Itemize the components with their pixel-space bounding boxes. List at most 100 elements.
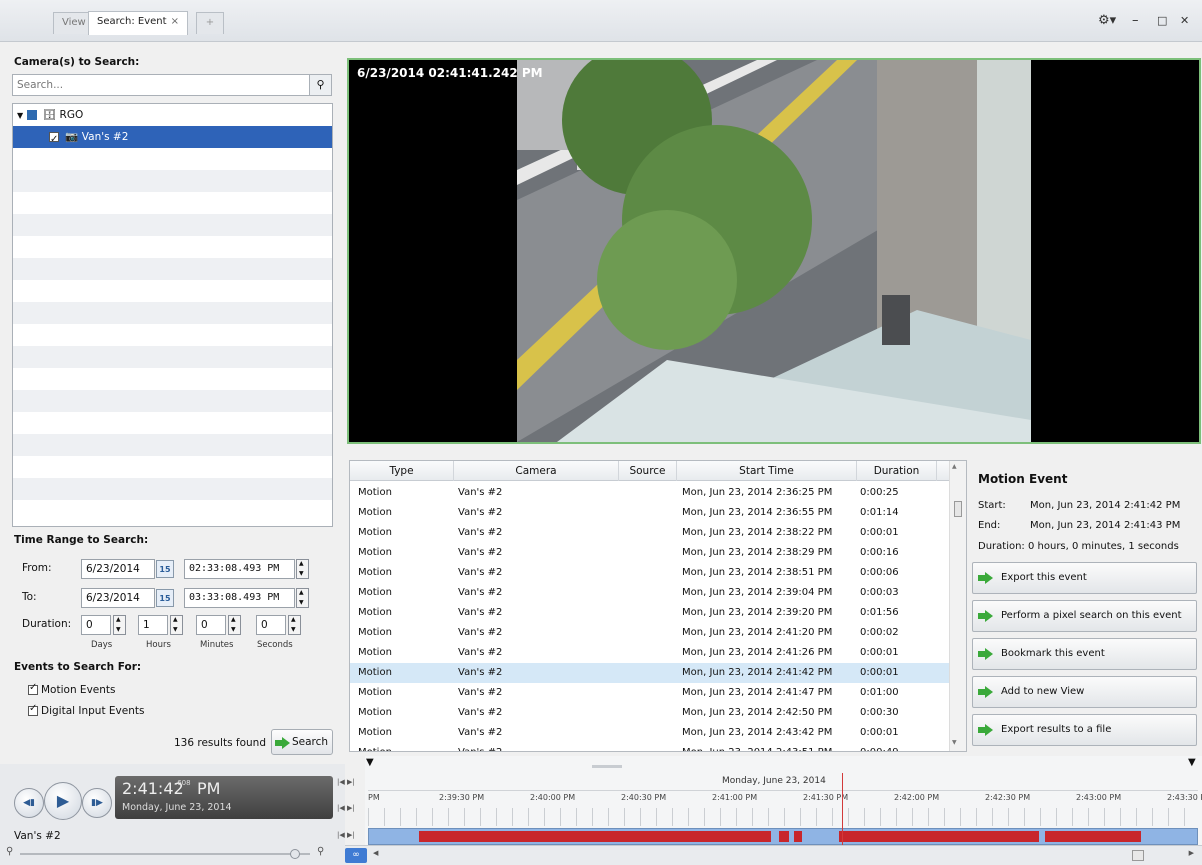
start-value: Mon, Jun 23, 2014 2:41:42 PM [1030, 500, 1181, 511]
table-row[interactable]: Motion Van's #2 Mon, Jun 23, 2014 2:41:20 … [350, 623, 950, 643]
from-time-stepper[interactable] [296, 559, 309, 579]
to-date-field[interactable]: 6/23/2014 [81, 588, 155, 608]
settings-gear-icon[interactable]: ⚙▾ [1098, 13, 1116, 28]
table-row[interactable]: Motion Van's #2 Mon, Jun 23, 2014 2:43:51 … [350, 743, 950, 751]
camera-checkbox[interactable] [49, 129, 59, 151]
calendar-icon[interactable]: 15 [156, 589, 174, 607]
step-forward-icon[interactable]: ▮▶ [82, 788, 112, 818]
link-icon[interactable]: ∞ [345, 848, 367, 863]
table-cell: Van's #2 [458, 743, 502, 751]
col-type[interactable]: Type [350, 461, 454, 481]
camera-icon: 📷 [65, 131, 79, 143]
search-button[interactable]: Search [271, 729, 333, 755]
from-label: From: [22, 562, 52, 574]
close-icon[interactable]: × [171, 16, 179, 27]
table-row[interactable]: Motion Van's #2 Mon, Jun 23, 2014 2:36:55 … [350, 503, 950, 523]
checkbox[interactable] [28, 682, 38, 695]
camera-search-input[interactable]: Search... ⚲ [12, 74, 332, 96]
hours-field[interactable]: 1 [138, 615, 168, 635]
table-cell: 0:00:01 [860, 527, 899, 538]
to-time-stepper[interactable] [296, 588, 309, 608]
table-row[interactable]: Motion Van's #2 Mon, Jun 23, 2014 2:41:42 … [350, 663, 950, 683]
table-row[interactable]: Motion Van's #2 Mon, Jun 23, 2014 2:43:42 … [350, 723, 950, 743]
site-checkbox[interactable] [26, 110, 37, 120]
minutes-label: Minutes [200, 640, 234, 650]
maximize-icon[interactable]: □ [1157, 14, 1167, 27]
bookmark-event-button[interactable]: Bookmark this event [972, 638, 1197, 670]
range-start-marker-icon[interactable]: ▼ [366, 757, 374, 768]
search-icon[interactable]: ⚲ [309, 75, 331, 95]
table-row[interactable]: Motion Van's #2 Mon, Jun 23, 2014 2:39:20 … [350, 603, 950, 623]
days-stepper[interactable] [113, 615, 126, 635]
zoom-out-icon[interactable]: ⚲ [6, 846, 13, 857]
checkbox[interactable] [28, 703, 38, 716]
digital-input-checkbox[interactable]: Digital Input Events [28, 703, 144, 717]
skip-nav-icon[interactable]: |◀ ▶| [337, 804, 355, 812]
zoom-slider-thumb[interactable] [290, 849, 300, 859]
hours-stepper[interactable] [170, 615, 183, 635]
skip-start-icon[interactable]: |◀ ▶| [337, 778, 355, 786]
table-row[interactable]: Motion Van's #2 Mon, Jun 23, 2014 2:38:29 … [350, 543, 950, 563]
close-window-icon[interactable]: ✕ [1180, 14, 1189, 27]
calendar-icon[interactable]: 15 [156, 560, 174, 578]
table-row[interactable]: Motion Van's #2 Mon, Jun 23, 2014 2:42:50 … [350, 703, 950, 723]
results-table[interactable]: Type Camera Source Start Time Duration M… [349, 460, 967, 752]
table-row[interactable]: Motion Van's #2 Mon, Jun 23, 2014 2:38:51 … [350, 563, 950, 583]
seconds-field[interactable]: 0 [256, 615, 286, 635]
table-cell: Motion [358, 607, 392, 618]
play-icon[interactable]: ▶ [44, 782, 82, 820]
table-row[interactable]: Motion Van's #2 Mon, Jun 23, 2014 2:41:26 … [350, 643, 950, 663]
tab-search-event[interactable]: Search: Event × [88, 11, 188, 35]
skip-track-icon[interactable]: |◀ ▶| [337, 831, 355, 839]
seconds-stepper[interactable] [288, 615, 301, 635]
to-time-field[interactable]: 03:33:08.493 PM [184, 588, 295, 608]
col-duration[interactable]: Duration [857, 461, 937, 481]
table-cell: 0:00:01 [860, 667, 899, 678]
zoom-slider[interactable] [20, 853, 310, 855]
export-event-button[interactable]: Export this event [972, 562, 1197, 594]
tree-item-vans-2[interactable]: 📷 Van's #2 [13, 126, 332, 151]
pixel-search-button[interactable]: Perform a pixel search on this event [972, 600, 1197, 632]
scroll-thumb[interactable] [954, 501, 962, 517]
minutes-stepper[interactable] [228, 615, 241, 635]
export-results-button[interactable]: Export results to a file [972, 714, 1197, 746]
motion-events-checkbox[interactable]: Motion Events [28, 682, 115, 696]
event-track[interactable] [368, 828, 1198, 845]
timeline-tick-label: 2:42:00 PM [894, 793, 940, 802]
add-tab-button[interactable]: + [196, 12, 224, 34]
minimize-icon[interactable]: – [1132, 13, 1139, 28]
table-cell: Van's #2 [458, 587, 503, 598]
col-source[interactable]: Source [619, 461, 677, 481]
table-row[interactable]: Motion Van's #2 Mon, Jun 23, 2014 2:38:22 … [350, 523, 950, 543]
table-cell: Van's #2 [458, 507, 503, 518]
splitter-handle[interactable] [592, 765, 622, 768]
table-cell: Mon, Jun 23, 2014 2:43:42 PM [682, 727, 833, 738]
results-count: 136 results found [174, 737, 266, 749]
camera-tree[interactable]: ▼ 🗄 RGO 📷 Van's #2 [12, 103, 333, 527]
from-time-field[interactable]: 02:33:08.493 PM [184, 559, 295, 579]
tree-item-rgo[interactable]: ▼ 🗄 RGO [13, 104, 332, 126]
timeline-tick-label: PM [368, 793, 380, 802]
col-camera[interactable]: Camera [454, 461, 619, 481]
add-to-new-view-button[interactable]: Add to new View [972, 676, 1197, 708]
table-row[interactable]: Motion Van's #2 Mon, Jun 23, 2014 2:41:47 … [350, 683, 950, 703]
range-end-marker-icon[interactable]: ▼ [1188, 757, 1196, 768]
video-player[interactable]: 6/23/2014 02:41:41.242 PM [347, 58, 1201, 444]
step-back-icon[interactable]: ◀▮ [14, 788, 44, 818]
table-scrollbar[interactable]: ▲ ▼ [949, 461, 966, 751]
from-date-field[interactable]: 6/23/2014 [81, 559, 155, 579]
minutes-field[interactable]: 0 [196, 615, 226, 635]
table-row[interactable]: Motion Van's #2 Mon, Jun 23, 2014 2:36:25 … [350, 483, 950, 503]
table-row[interactable]: Motion Van's #2 Mon, Jun 23, 2014 2:39:04 … [350, 583, 950, 603]
playhead[interactable] [842, 773, 843, 845]
timeline-scrollbar[interactable]: ∞ ◀ ▶ [345, 845, 1202, 865]
scroll-thumb[interactable] [1132, 850, 1144, 861]
table-cell: Van's #2 [458, 727, 503, 738]
zoom-in-icon[interactable]: ⚲ [317, 846, 324, 857]
table-cell: Motion [358, 667, 392, 678]
expand-arrow-icon[interactable]: ▼ [17, 111, 23, 120]
timeline-tick-label: 2:43:30 PM [1167, 793, 1202, 802]
table-cell: Motion [358, 727, 392, 738]
col-start-time[interactable]: Start Time [677, 461, 857, 481]
days-field[interactable]: 0 [81, 615, 111, 635]
